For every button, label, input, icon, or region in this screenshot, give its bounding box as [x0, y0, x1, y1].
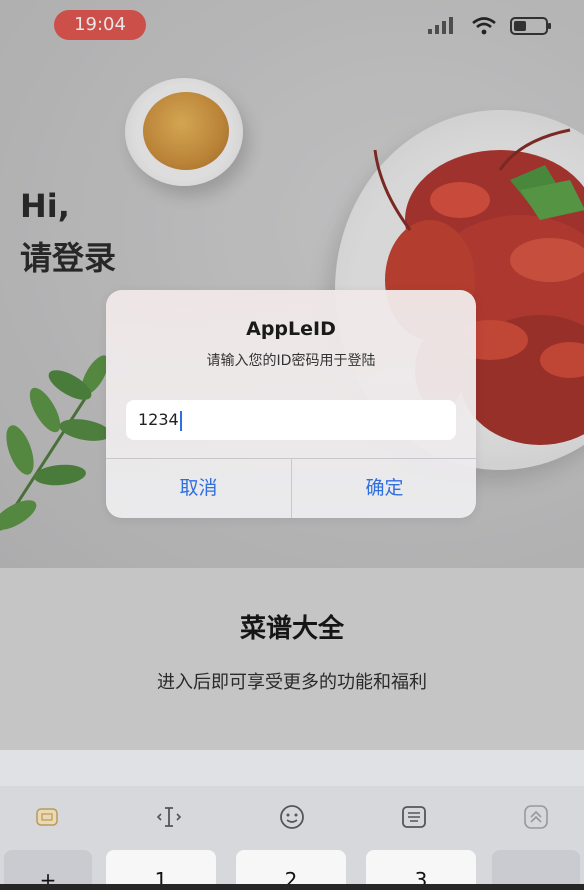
- emoji-icon[interactable]: [277, 802, 307, 832]
- alert-message: 请输入您的ID密码用于登陆: [206, 353, 376, 369]
- alert-title: AppLeID: [246, 318, 336, 340]
- app-title: 菜谱大全: [239, 614, 344, 644]
- login-screen: Hi, 请登录 19:04 AppLeID 请输入您的ID密码用于登陆 1234: [0, 0, 584, 890]
- password-input[interactable]: 1234: [126, 400, 456, 440]
- app-intro: 菜谱大全 进入后即可享受更多的功能和福利: [0, 568, 584, 750]
- keyboard-layout-icon[interactable]: [399, 802, 429, 832]
- keyboard-candidate-bar: [0, 750, 584, 786]
- app-subtitle: 进入后即可享受更多的功能和福利: [157, 672, 427, 693]
- keyboard-switch-icon[interactable]: [32, 802, 62, 832]
- cursor-icon[interactable]: [154, 802, 184, 832]
- cancel-button[interactable]: 取消: [106, 459, 291, 518]
- password-input-value: 1234: [138, 410, 179, 429]
- appleid-alert-dialog: AppLeID 请输入您的ID密码用于登陆 1234 取消 确定: [106, 290, 476, 518]
- collapse-icon[interactable]: [521, 802, 551, 832]
- confirm-button[interactable]: 确定: [292, 459, 476, 518]
- text-cursor: [179, 410, 182, 431]
- keyboard-toolbar: [0, 796, 584, 844]
- keyboard: + 1 2 3: [0, 750, 584, 890]
- bottom-edge: [0, 884, 584, 890]
